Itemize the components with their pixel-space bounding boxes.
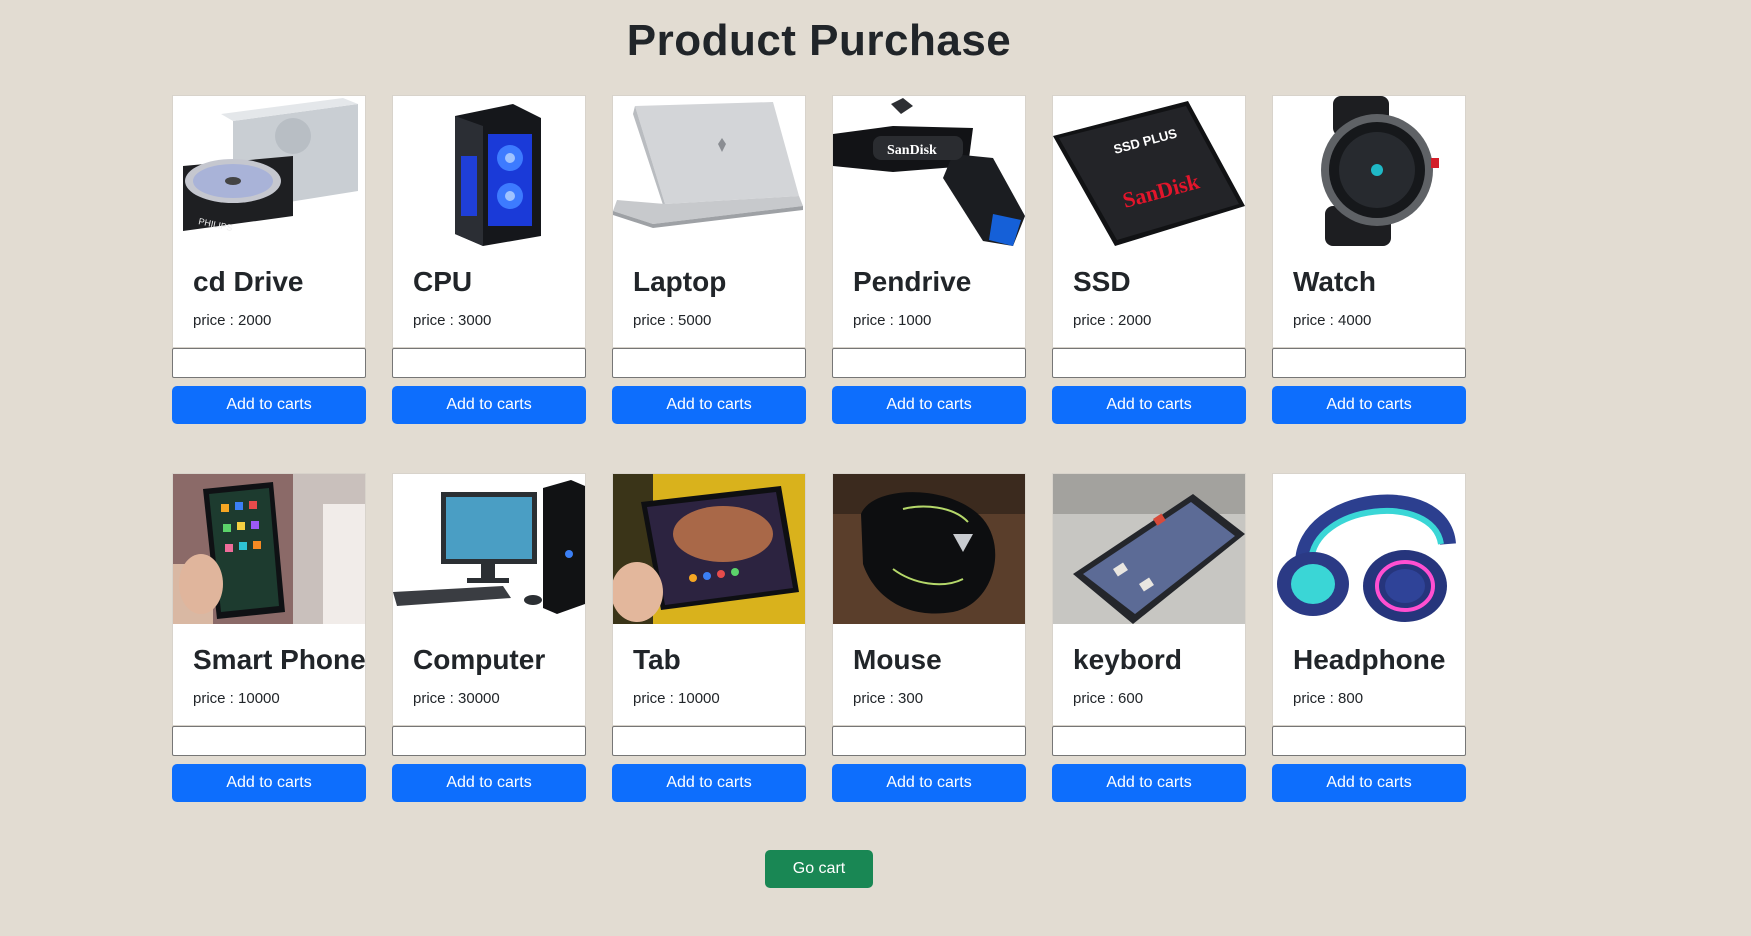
product-price: price : 5000 (633, 312, 712, 329)
quantity-input[interactable] (832, 726, 1026, 756)
smartphone-image (173, 474, 365, 624)
product-card-body: keybord price : 600 (1052, 473, 1246, 726)
product-card: PHILIPS cd Drive price : 2000 Add to car… (172, 95, 366, 424)
product-card-body: Computer price : 30000 (392, 473, 586, 726)
product-card-body: SanDisk Pendrive price : 1000 (832, 95, 1026, 348)
product-purchase-page: Product Purchase PHILIPS cd Drive price … (0, 0, 1751, 936)
product-price: price : 4000 (1293, 312, 1372, 329)
product-card-body: Mouse price : 300 (832, 473, 1026, 726)
product-price: price : 600 (1073, 690, 1144, 707)
product-grid: PHILIPS cd Drive price : 2000 Add to car… (172, 95, 1466, 802)
product-card-body: Headphone price : 800 (1272, 473, 1466, 726)
product-price: price : 800 (1293, 690, 1364, 707)
quantity-input[interactable] (612, 726, 806, 756)
add-to-cart-button[interactable]: Add to carts (612, 386, 806, 424)
page-title: Product Purchase (626, 16, 1012, 65)
product-card: Watch price : 4000 Add to carts (1272, 95, 1466, 424)
product-price: price : 10000 (193, 690, 280, 707)
cd-drive-image: PHILIPS (173, 96, 365, 246)
ssd-image: SSD PLUS SanDisk (1053, 96, 1245, 246)
product-price: price : 2000 (193, 312, 272, 329)
add-to-cart-button[interactable]: Add to carts (1272, 764, 1466, 802)
add-to-cart-button[interactable]: Add to carts (392, 386, 586, 424)
product-card: Mouse price : 300 Add to carts (832, 473, 1026, 802)
product-card-body: PHILIPS cd Drive price : 2000 (172, 95, 366, 348)
quantity-input[interactable] (392, 348, 586, 378)
headphones-image (1273, 474, 1465, 624)
product-price: price : 10000 (633, 690, 720, 707)
tablet-image (613, 474, 805, 624)
product-card-body: CPU price : 3000 (392, 95, 586, 348)
svg-text:SanDisk: SanDisk (887, 143, 937, 158)
quantity-input[interactable] (1272, 348, 1466, 378)
product-name: Pendrive (853, 266, 972, 297)
add-to-cart-button[interactable]: Add to carts (1052, 386, 1246, 424)
product-card: SanDisk Pendrive price : 1000 Add to car… (832, 95, 1026, 424)
desktop-computer-image (393, 474, 585, 624)
quantity-input[interactable] (1052, 726, 1246, 756)
quantity-input[interactable] (1052, 348, 1246, 378)
quantity-input[interactable] (612, 348, 806, 378)
add-to-cart-button[interactable]: Add to carts (392, 764, 586, 802)
quantity-input[interactable] (832, 348, 1026, 378)
add-to-cart-button[interactable]: Add to carts (1052, 764, 1246, 802)
product-name: SSD (1073, 266, 1131, 297)
product-name: Headphone (1293, 644, 1446, 675)
add-to-cart-button[interactable]: Add to carts (172, 764, 366, 802)
product-card: Headphone price : 800 Add to carts (1272, 473, 1466, 802)
product-name: keybord (1073, 644, 1182, 675)
product-card: keybord price : 600 Add to carts (1052, 473, 1246, 802)
product-card: Laptop price : 5000 Add to carts (612, 95, 806, 424)
product-card: Smart Phone price : 10000 Add to carts (172, 473, 366, 802)
product-card: Computer price : 30000 Add to carts (392, 473, 586, 802)
add-to-cart-button[interactable]: Add to carts (1272, 386, 1466, 424)
product-name: Watch (1293, 266, 1376, 297)
quantity-input[interactable] (392, 726, 586, 756)
laptop-image (613, 96, 805, 246)
add-to-cart-button[interactable]: Add to carts (832, 386, 1026, 424)
cpu-tower-image (393, 96, 585, 246)
product-card-body: SSD PLUS SanDisk SSD price : 2000 (1052, 95, 1246, 348)
product-price: price : 1000 (853, 312, 932, 329)
quantity-input[interactable] (172, 726, 366, 756)
add-to-cart-button[interactable]: Add to carts (832, 764, 1026, 802)
go-cart-button[interactable]: Go cart (765, 850, 873, 888)
product-name: Mouse (853, 644, 942, 675)
product-price: price : 300 (853, 690, 924, 707)
usb-drive-image: SanDisk (833, 96, 1025, 246)
product-price: price : 3000 (413, 312, 492, 329)
keyboard-image (1053, 474, 1245, 624)
quantity-input[interactable] (1272, 726, 1466, 756)
add-to-cart-button[interactable]: Add to carts (172, 386, 366, 424)
product-card-body: Smart Phone price : 10000 (172, 473, 366, 726)
product-card: CPU price : 3000 Add to carts (392, 95, 586, 424)
product-card-body: Laptop price : 5000 (612, 95, 806, 348)
product-name: CPU (413, 266, 473, 297)
add-to-cart-button[interactable]: Add to carts (612, 764, 806, 802)
product-name: Computer (413, 644, 546, 675)
product-card-body: Watch price : 4000 (1272, 95, 1466, 348)
quantity-input[interactable] (172, 348, 366, 378)
product-price: price : 2000 (1073, 312, 1152, 329)
product-card: Tab price : 10000 Add to carts (612, 473, 806, 802)
product-name: Laptop (633, 266, 727, 297)
gaming-mouse-image (833, 474, 1025, 624)
product-name: Smart Phone (193, 644, 366, 675)
smartwatch-image (1273, 96, 1465, 246)
product-card: SSD PLUS SanDisk SSD price : 2000 Add to… (1052, 95, 1246, 424)
product-price: price : 30000 (413, 690, 500, 707)
product-name: Tab (633, 644, 681, 675)
product-name: cd Drive (193, 266, 304, 297)
product-card-body: Tab price : 10000 (612, 473, 806, 726)
